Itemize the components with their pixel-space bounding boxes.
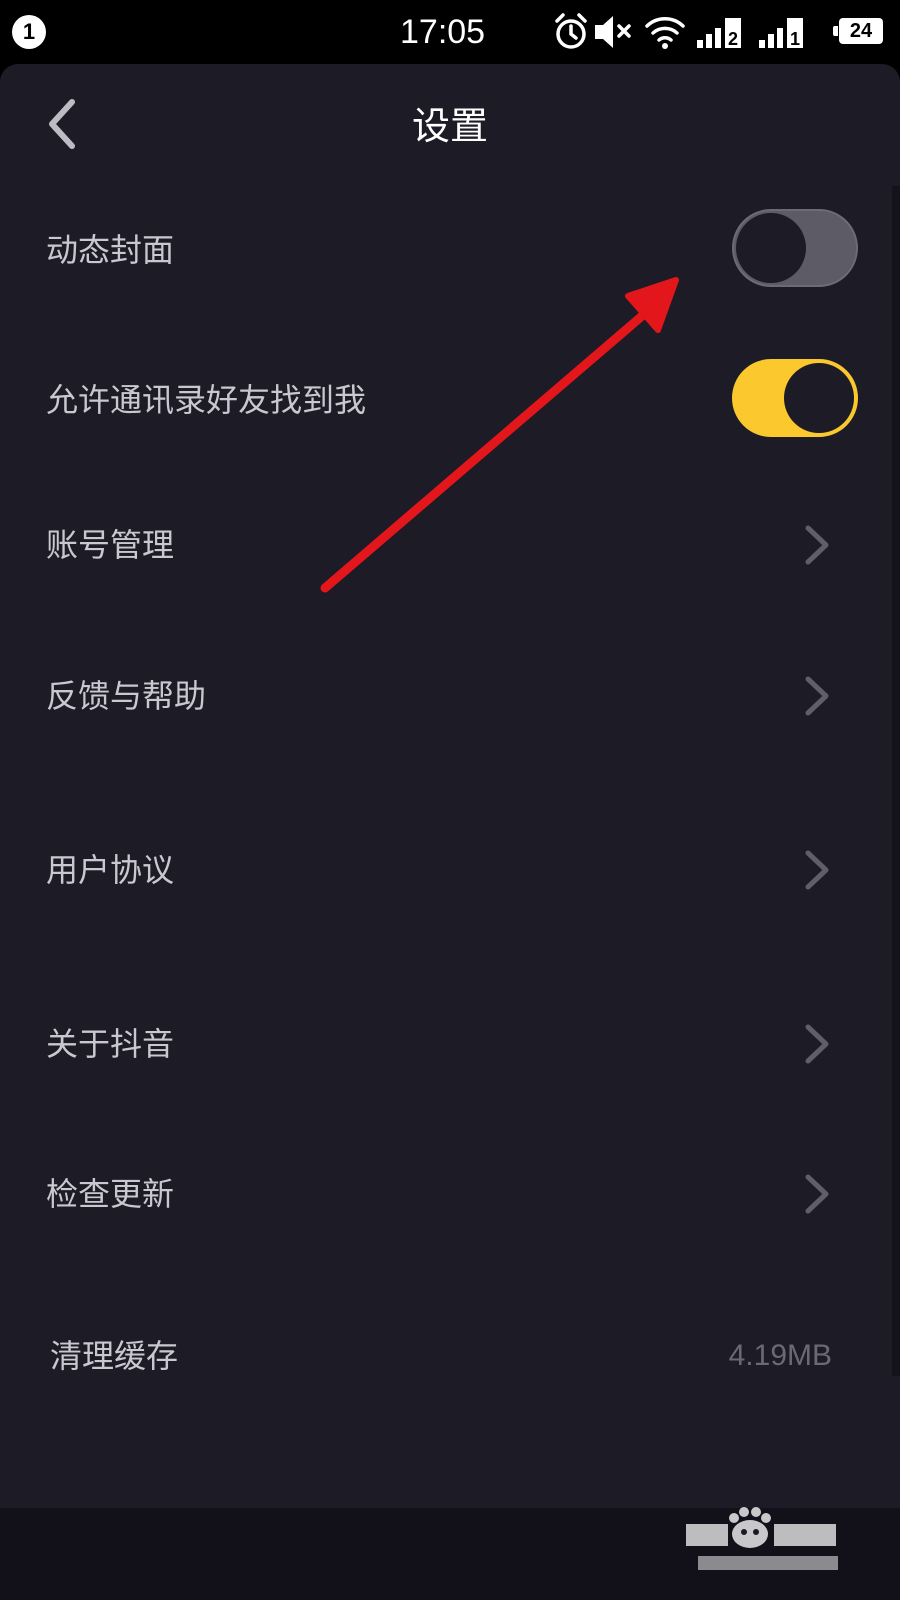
setting-clear-cache[interactable]: 清理缓存 4.19MB	[0, 1296, 900, 1416]
setting-label: 关于抖音	[46, 1025, 175, 1063]
setting-label: 用户协议	[46, 851, 175, 889]
notification-badge: 1	[12, 15, 46, 49]
nav-bar: 设置	[0, 64, 900, 186]
setting-about[interactable]: 关于抖音	[0, 984, 900, 1104]
alarm-icon	[555, 13, 587, 49]
page-title: 设置	[411, 104, 488, 148]
chevron-right-icon	[805, 525, 829, 565]
sim2-label: 2	[728, 29, 738, 49]
setting-label: 动态封面	[46, 231, 175, 269]
contacts-find-me-toggle[interactable]	[732, 359, 858, 437]
setting-feedback-help[interactable]: 反馈与帮助	[0, 636, 900, 756]
status-clock: 17:05	[400, 13, 486, 51]
settings-screen: 设置 动态封面 允许通讯录好友找到我 账号管理 反馈与帮助 用户协议 关于抖音 …	[0, 64, 900, 1600]
mute-icon	[595, 16, 631, 48]
chevron-right-icon	[805, 1024, 829, 1064]
setting-user-agreement[interactable]: 用户协议	[0, 810, 900, 930]
wifi-icon	[645, 17, 685, 49]
setting-label: 允许通讯录好友找到我	[46, 381, 367, 419]
toggle-knob	[736, 213, 806, 283]
chevron-right-icon	[805, 1174, 829, 1214]
setting-label: 清理缓存	[50, 1337, 179, 1375]
chevron-right-icon	[805, 850, 829, 890]
watermark-logo	[686, 1507, 838, 1570]
sim1-label: 1	[790, 29, 800, 49]
setting-label: 检查更新	[46, 1175, 175, 1213]
signal-sim1-icon: 1	[759, 18, 803, 49]
signal-sim2-icon: 2	[697, 18, 741, 49]
toggle-knob	[784, 363, 854, 433]
dynamic-cover-toggle[interactable]	[732, 209, 858, 287]
setting-label: 反馈与帮助	[46, 677, 207, 715]
cache-size-value: 4.19MB	[728, 1339, 832, 1372]
status-icons: 2 1 24	[553, 12, 888, 52]
setting-check-update[interactable]: 检查更新	[0, 1134, 900, 1254]
setting-account-management[interactable]: 账号管理	[0, 485, 900, 605]
setting-contacts-find-me: 允许通讯录好友找到我	[0, 340, 900, 460]
chevron-right-icon	[805, 676, 829, 716]
setting-label: 账号管理	[46, 526, 175, 564]
setting-dynamic-cover: 动态封面	[0, 190, 900, 310]
status-bar: 1 17:05 2 1 24	[0, 0, 900, 64]
battery-icon: 24	[833, 18, 883, 44]
